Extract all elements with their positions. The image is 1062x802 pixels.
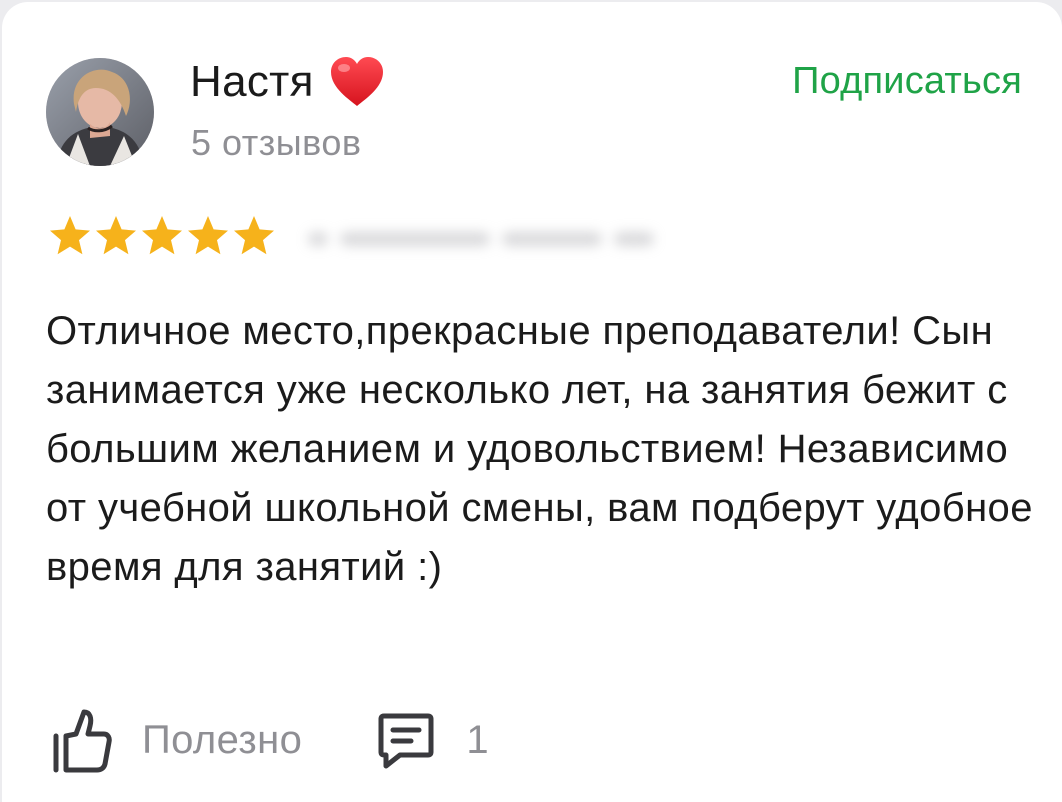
rating-stars [48,214,276,258]
star-icon [142,216,182,255]
useful-label: Полезно [142,717,303,762]
comment-icon [378,713,434,769]
avatar[interactable] [46,58,154,166]
thumbs-up-icon [53,709,112,773]
useful-button[interactable]: Полезно [50,706,302,774]
review-actions: Полезно 1 [50,702,489,778]
comments-button[interactable]: 1 [376,710,489,770]
review-card: Настя 5 отзывов Подписаться Отличное мес… [2,2,1062,802]
star-icon [50,216,90,255]
red-heart-icon [330,57,383,106]
review-text: Отличное место,прекрасные преподаватели!… [46,309,1033,589]
star-icon [188,216,228,255]
subscribe-button[interactable]: Подписаться [792,60,1022,103]
star-icon [234,216,274,255]
author-name[interactable]: Настя [190,57,314,107]
comments-count: 1 [466,717,489,762]
star-icon [96,216,136,255]
review-date-redacted [308,224,668,254]
author-reviews-count[interactable]: 5 отзывов [191,122,362,164]
avatar-photo [46,58,154,166]
author-row: Настя [190,52,386,112]
